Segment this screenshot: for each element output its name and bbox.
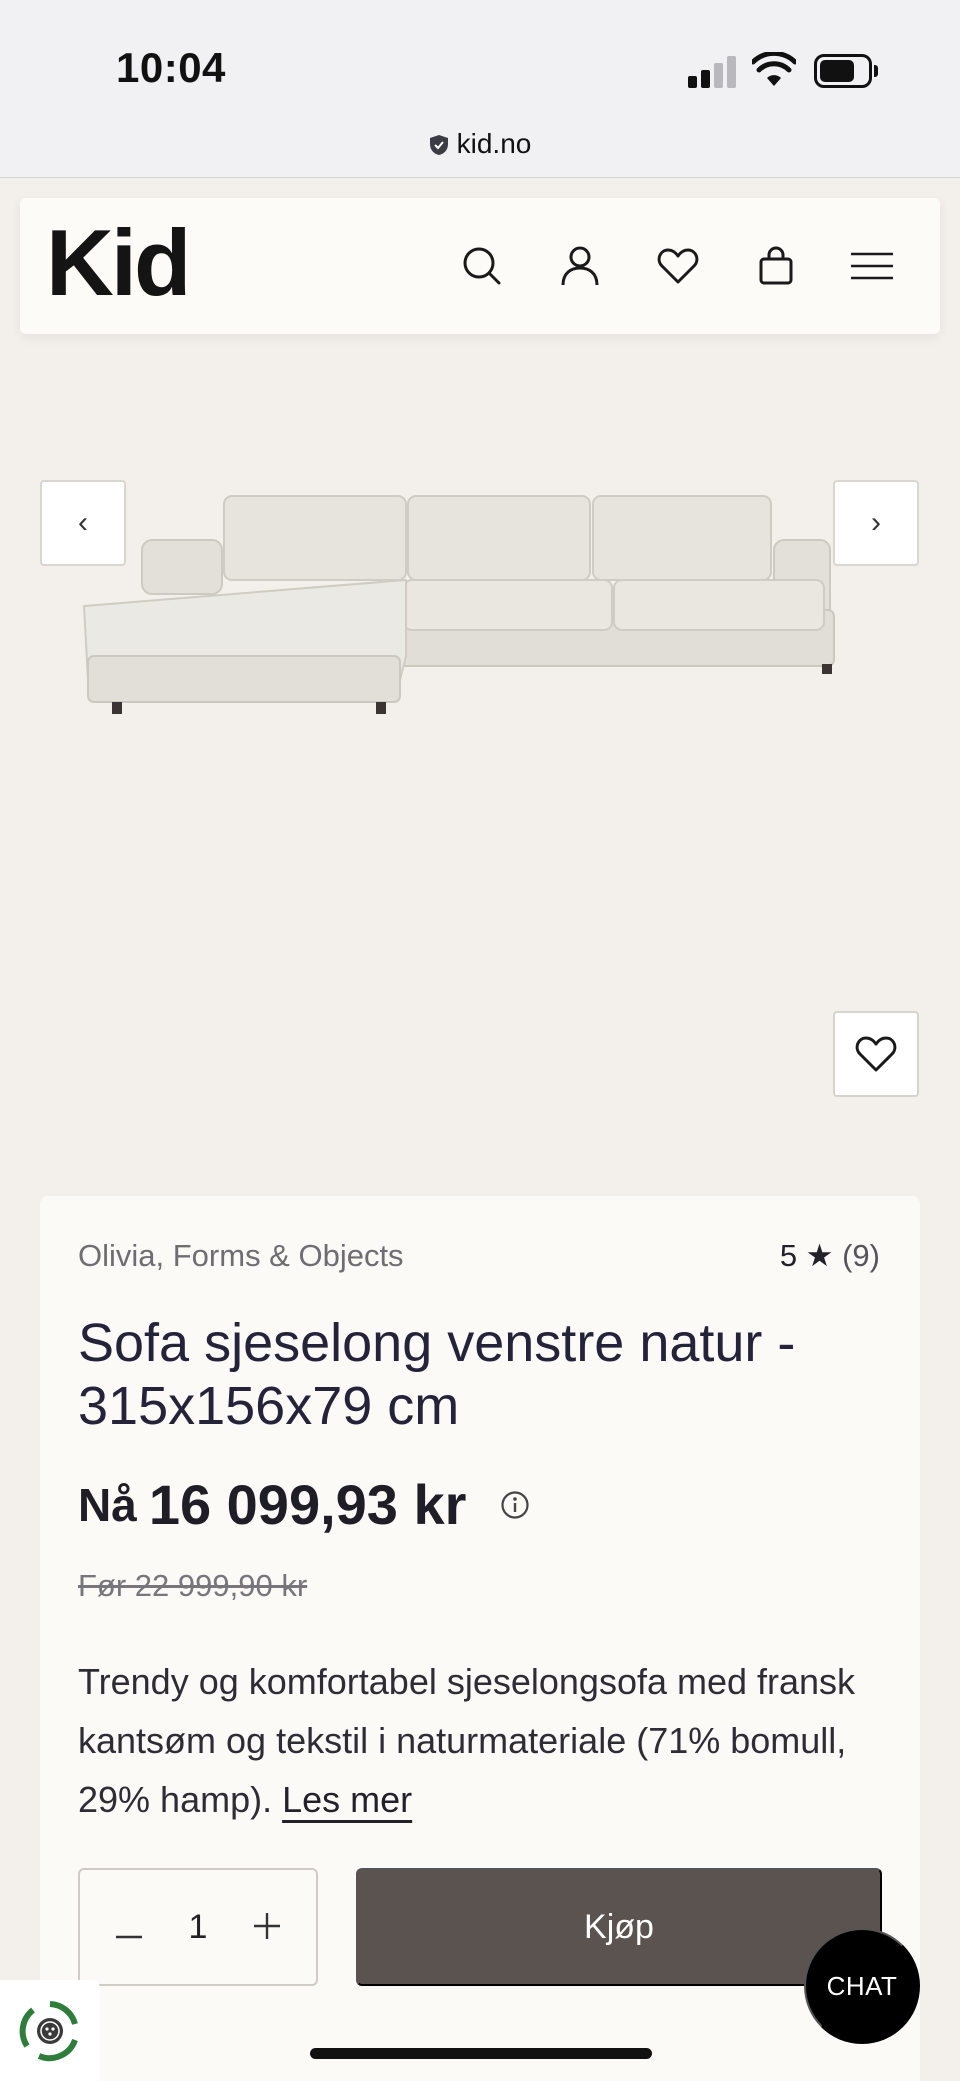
- rating-value: 5 ★: [779, 1238, 834, 1273]
- description-text: Trendy og komfortabel sjeselongsofa med …: [78, 1661, 856, 1820]
- price-row: Nå 16 099,93 kr: [78, 1472, 530, 1537]
- wishlist-icon[interactable]: [654, 242, 702, 290]
- product-info-card: Olivia, Forms & Objects 5 ★ (9) Sofa sje…: [40, 1196, 920, 2081]
- product-image: [82, 495, 835, 714]
- chevron-right-icon: ›: [871, 506, 881, 539]
- current-price: 16 099,93 kr: [148, 1473, 467, 1536]
- site-header: Kid: [20, 198, 940, 334]
- battery-icon: [814, 54, 878, 88]
- plus-icon: [253, 1912, 280, 1939]
- product-rating[interactable]: 5 ★ (9): [780, 1238, 880, 1274]
- product-description: Trendy og komfortabel sjeselongsofa med …: [78, 1652, 898, 1829]
- product-gallery: ‹ ›: [0, 334, 960, 1194]
- wifi-icon: [752, 52, 796, 86]
- kid-logo[interactable]: Kid: [46, 216, 191, 310]
- home-indicator: [310, 2048, 652, 2059]
- decrease-quantity-button[interactable]: [116, 1906, 142, 1949]
- product-brand[interactable]: Olivia, Forms & Objects: [78, 1238, 404, 1274]
- recycling-badge[interactable]: [0, 1980, 100, 2081]
- chat-button[interactable]: CHAT: [804, 1928, 920, 2044]
- cellular-signal-icon: [688, 54, 738, 88]
- recycle-icon: [19, 2000, 78, 2061]
- gallery-next-button[interactable]: ›: [833, 480, 919, 566]
- heart-icon: [855, 1036, 897, 1072]
- buy-button[interactable]: Kjøp: [356, 1868, 882, 1986]
- add-to-wishlist-button[interactable]: [833, 1011, 919, 1097]
- chevron-left-icon: ‹: [78, 506, 88, 539]
- account-icon[interactable]: [556, 242, 604, 290]
- previous-price: Før 22 999,90 kr: [78, 1568, 308, 1603]
- url-text: kid.no: [456, 128, 532, 159]
- cart-icon[interactable]: [752, 242, 800, 290]
- read-more-link[interactable]: Les mer: [282, 1779, 412, 1820]
- info-icon[interactable]: [500, 1490, 530, 1520]
- browser-status-bar: 10:04 kid.no: [0, 0, 960, 178]
- product-title: Sofa sjeselong venstre natur - 315x156x7…: [78, 1313, 796, 1436]
- address-bar[interactable]: kid.no: [0, 128, 960, 160]
- menu-icon[interactable]: [848, 242, 896, 290]
- quantity-value[interactable]: 1: [189, 1908, 208, 1947]
- status-time: 10:04: [116, 44, 226, 91]
- rating-count: (9): [842, 1238, 880, 1273]
- secure-shield-icon: [429, 135, 448, 155]
- gallery-prev-button[interactable]: ‹: [40, 480, 126, 566]
- price-prefix: Nå: [78, 1478, 137, 1531]
- minus-icon: [116, 1935, 142, 1938]
- increase-quantity-button[interactable]: [253, 1906, 280, 1949]
- quantity-stepper: 1: [78, 1868, 318, 1986]
- search-icon[interactable]: [458, 242, 506, 290]
